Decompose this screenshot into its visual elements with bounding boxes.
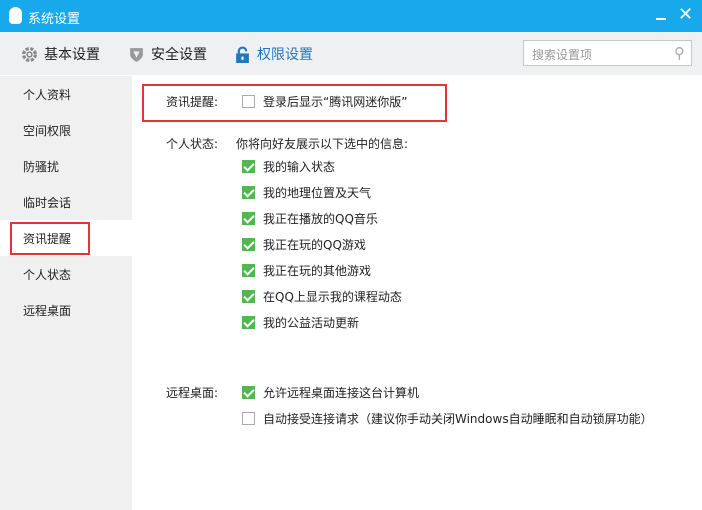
checkbox-label: 我的公益活动更新 [263, 316, 360, 330]
checkbox-qq-music[interactable]: 我正在播放的QQ音乐 [242, 210, 378, 227]
minimize-button[interactable] [654, 8, 668, 24]
remote-label: 远程桌面: [166, 386, 219, 400]
tab-label: 安全设置 [151, 47, 207, 63]
checkbox-label: 我的地理位置及天气 [263, 186, 372, 200]
highlight-box-sidebar [10, 222, 90, 255]
close-button[interactable]: ✕ [678, 4, 693, 25]
checkbox[interactable] [242, 316, 255, 329]
checkbox-charity-updates[interactable]: 我的公益活动更新 [242, 314, 359, 331]
sidebar-item-temp-chat[interactable]: 临时会话 [0, 184, 132, 220]
gear-icon [22, 46, 37, 62]
title-bar: 系统设置 ✕ [0, 0, 702, 32]
search-placeholder: 搜索设置项 [532, 48, 593, 62]
sidebar-item-label: 远程桌面 [23, 304, 72, 318]
checkbox-label: 允许远程桌面连接这台计算机 [263, 386, 420, 400]
search-input[interactable]: 搜索设置项 ⚲ [523, 40, 692, 66]
checkbox[interactable] [242, 212, 255, 225]
checkbox[interactable] [242, 412, 255, 425]
checkbox-show-mini-news[interactable]: 登录后显示“腾讯网迷你版” [242, 93, 407, 110]
sidebar-item-label: 个人资料 [23, 88, 72, 102]
checkbox[interactable] [242, 290, 255, 303]
checkbox[interactable] [242, 160, 255, 173]
checkbox-course-updates[interactable]: 在QQ上显示我的课程动态 [242, 288, 402, 305]
lock-icon [236, 46, 249, 63]
toolbar: 基本设置 安全设置 权限设置 搜索设置项 ⚲ [0, 32, 702, 75]
status-description: 你将向好友展示以下选中的信息: [236, 137, 409, 151]
sidebar-item-label: 防骚扰 [23, 160, 60, 174]
checkbox-auto-accept[interactable]: 自动接受连接请求（建议你手动关闭Windows自动睡眠和自动锁屏功能） [242, 410, 653, 427]
tab-label: 权限设置 [257, 47, 313, 63]
search-icon[interactable]: ⚲ [674, 44, 685, 62]
checkbox-label: 登录后显示“腾讯网迷你版” [263, 95, 408, 109]
sidebar-item-space-permissions[interactable]: 空间权限 [0, 112, 132, 148]
checkbox-label: 我正在玩的其他游戏 [263, 264, 372, 278]
sidebar-item-remote-desktop[interactable]: 远程桌面 [0, 292, 132, 328]
checkbox-other-games[interactable]: 我正在玩的其他游戏 [242, 262, 371, 279]
checkbox-label: 我的输入状态 [263, 160, 336, 174]
tab-permission-settings[interactable]: 权限设置 [234, 44, 313, 64]
checkbox-label: 我正在玩的QQ游戏 [263, 238, 366, 252]
status-label: 个人状态: [166, 137, 219, 151]
checkbox-location-weather[interactable]: 我的地理位置及天气 [242, 184, 371, 201]
checkbox[interactable] [242, 386, 255, 399]
sidebar-item-personal-status[interactable]: 个人状态 [0, 256, 132, 292]
checkbox[interactable] [242, 264, 255, 277]
checkbox-allow-remote[interactable]: 允许远程桌面连接这台计算机 [242, 384, 419, 401]
qq-penguin-icon [9, 7, 22, 24]
news-label: 资讯提醒: [166, 95, 219, 109]
checkbox-label: 在QQ上显示我的课程动态 [263, 290, 402, 304]
checkbox-typing-status[interactable]: 我的输入状态 [242, 158, 335, 175]
sidebar-item-anti-harassment[interactable]: 防骚扰 [0, 148, 132, 184]
window-title: 系统设置 [28, 12, 81, 27]
checkbox-qq-games[interactable]: 我正在玩的QQ游戏 [242, 236, 366, 253]
sidebar-item-label: 空间权限 [23, 124, 72, 138]
tab-basic-settings[interactable]: 基本设置 [21, 44, 100, 64]
checkbox[interactable] [242, 238, 255, 251]
checkbox-label: 自动接受连接请求（建议你手动关闭Windows自动睡眠和自动锁屏功能） [263, 412, 653, 426]
tab-security-settings[interactable]: 安全设置 [128, 44, 207, 64]
sidebar-item-label: 临时会话 [23, 196, 72, 210]
sidebar: 个人资料 空间权限 防骚扰 临时会话 资讯提醒 个人状态 远程桌面 [0, 76, 132, 510]
checkbox[interactable] [242, 186, 255, 199]
settings-content: 资讯提醒: 登录后显示“腾讯网迷你版” 个人状态: 你将向好友展示以下选中的信息… [132, 76, 702, 510]
shield-icon [130, 47, 143, 62]
sidebar-item-profile[interactable]: 个人资料 [0, 76, 132, 112]
tab-label: 基本设置 [44, 47, 100, 63]
checkbox[interactable] [242, 95, 255, 108]
sidebar-item-label: 个人状态 [23, 268, 72, 282]
checkbox-label: 我正在播放的QQ音乐 [263, 212, 378, 226]
